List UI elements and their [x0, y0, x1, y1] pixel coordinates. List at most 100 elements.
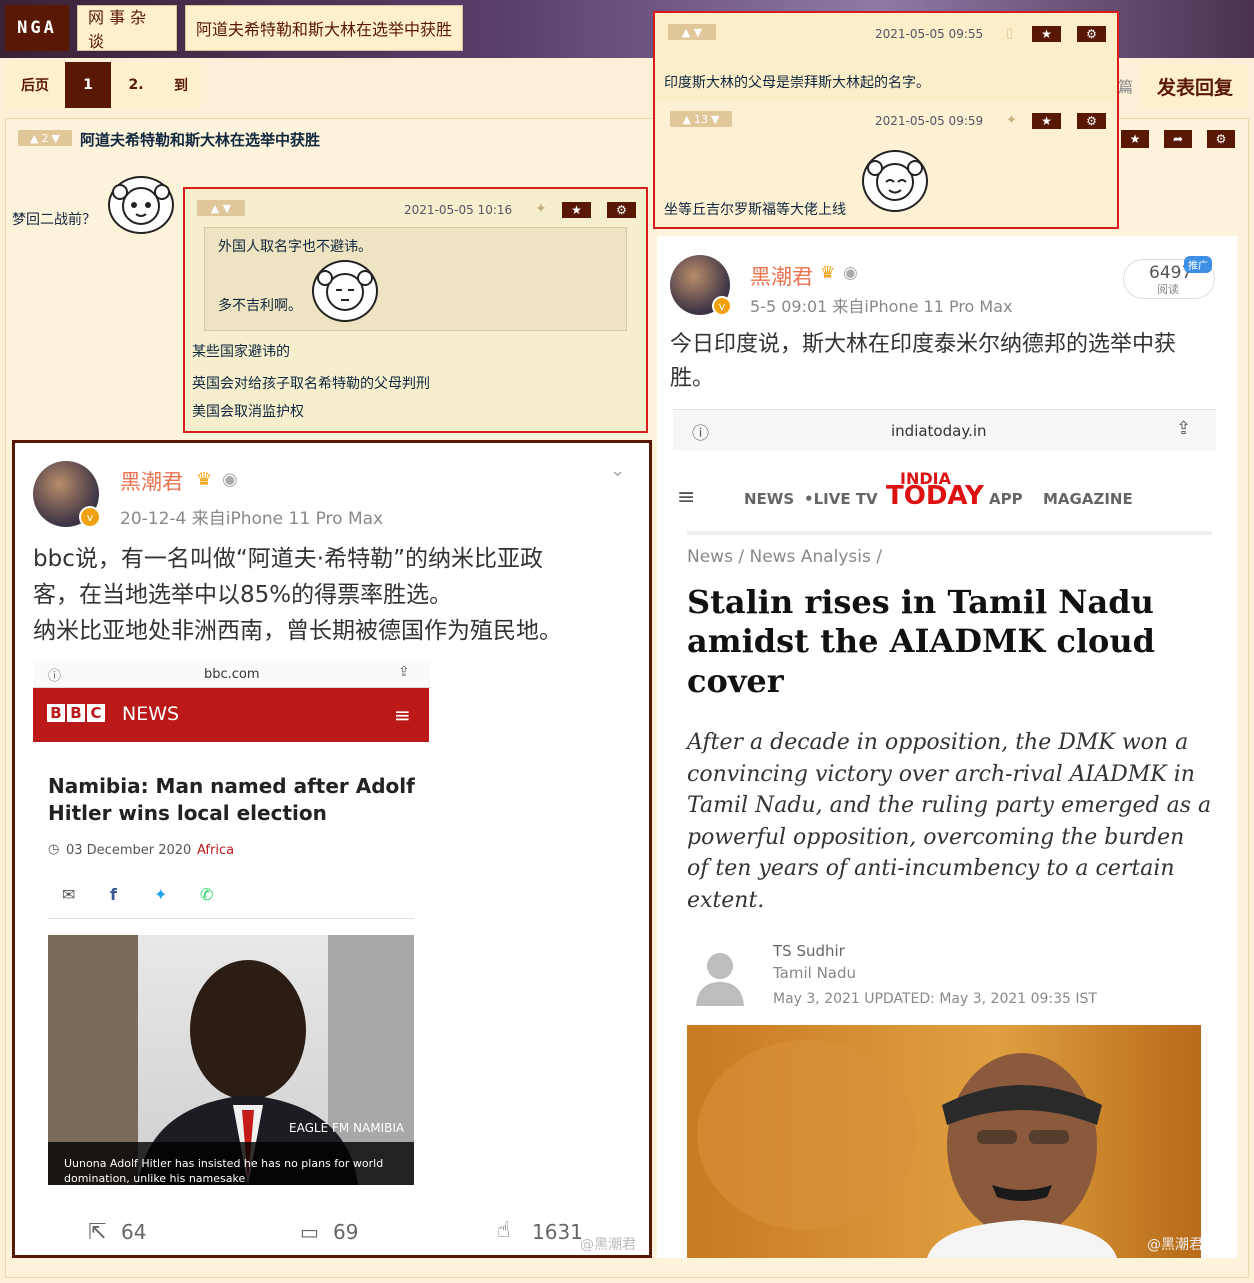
- comment-icon[interactable]: ▭: [300, 1220, 319, 1244]
- reply-button[interactable]: 发表回复: [1142, 64, 1248, 108]
- pager-goto[interactable]: 到: [161, 62, 201, 108]
- quote-line: 外国人取名字也不避讳。: [218, 239, 372, 255]
- favorite-icon[interactable]: ★: [1032, 113, 1061, 129]
- gear-icon[interactable]: ⚙: [1207, 130, 1235, 148]
- bbc-headline: Namibia: Man named after Adolf: [48, 774, 415, 798]
- sticker-image: [108, 176, 174, 234]
- favorite-icon[interactable]: ★: [1121, 130, 1149, 148]
- twitter-icon[interactable]: ✦: [154, 885, 167, 904]
- info-icon[interactable]: ⓘ: [692, 419, 709, 444]
- sticker-image: [862, 150, 928, 212]
- article-headline: amidst the AIADMK cloud: [687, 622, 1155, 660]
- menu-icon[interactable]: ≡: [677, 485, 695, 510]
- android-icon: ✦: [535, 201, 547, 217]
- article-summary: extent.: [687, 888, 765, 913]
- article-section[interactable]: Africa: [197, 843, 234, 858]
- pager-current[interactable]: 1: [65, 62, 111, 108]
- menu-icon[interactable]: ≡: [394, 703, 411, 727]
- gear-icon[interactable]: ⚙: [1077, 26, 1106, 42]
- article-headline: cover: [687, 662, 784, 700]
- article-summary: of ten years of anti-incumbency to a cer…: [687, 856, 1175, 881]
- gear-icon[interactable]: ⚙: [1077, 113, 1106, 129]
- weibo-text-line: 纳米比亚地处非洲西南，曾长期被德国作为殖民地。: [33, 618, 562, 644]
- favorite-icon[interactable]: ★: [562, 202, 591, 218]
- weibo-text-line: 客，在当地选举中以85%的得票率胜选。: [33, 582, 453, 608]
- sticker-image: [312, 260, 378, 322]
- watermark: @黑潮君: [580, 1237, 636, 1253]
- reply-partial: 篇: [1118, 78, 1134, 96]
- article-summary: Tamil Nadu, and the ruling party emerged…: [687, 793, 1212, 818]
- email-icon[interactable]: ✉: [62, 885, 75, 904]
- author-avatar: [694, 948, 746, 1006]
- nav-app[interactable]: APP: [989, 490, 1023, 508]
- thumb-up-icon: ▲: [30, 131, 39, 145]
- reply-line: 美国会取消监护权: [192, 404, 304, 420]
- photo-caption: Uunona Adolf Hitler has insisted he has …: [64, 1157, 384, 1170]
- favorite-icon[interactable]: ★: [1032, 26, 1061, 42]
- site-logo[interactable]: NGA: [5, 5, 69, 51]
- article-breadcrumb[interactable]: News / News Analysis /: [687, 547, 882, 567]
- thumb-up-icon: ▲: [682, 112, 691, 126]
- chevron-down-icon[interactable]: ⌄: [610, 460, 625, 481]
- nav-magazine[interactable]: MAGAZINE: [1043, 490, 1133, 508]
- weibo-meta: 20-12-4 来自iPhone 11 Pro Max: [120, 509, 384, 529]
- nav-live-tv[interactable]: •LIVE TV: [804, 490, 878, 508]
- promo-badge: 推广: [1184, 256, 1212, 273]
- reply-text: 坐等丘吉尔罗斯福等大佬上线: [664, 202, 846, 218]
- post-main-text: 梦回二战前？: [12, 212, 96, 228]
- weibo-username: 黑潮君: [750, 265, 813, 289]
- article-date: 03 December 2020: [66, 843, 192, 858]
- weibo-text-line: 今日印度说，斯大林在印度泰米尔纳德邦的选举中获: [670, 332, 1177, 357]
- medal-icon: ◉: [222, 469, 238, 490]
- views-label: 阅读: [1157, 283, 1179, 296]
- mobile-icon: ▯: [1006, 26, 1014, 41]
- comment-count: 69: [333, 1220, 359, 1244]
- share-icon[interactable]: ⇪: [1176, 418, 1191, 439]
- author-name[interactable]: TS Sudhir: [773, 942, 845, 960]
- pager-prev[interactable]: 后页: [5, 62, 65, 108]
- verified-icon: v: [79, 506, 101, 528]
- pager-next[interactable]: 2.: [111, 62, 161, 108]
- breadcrumb-forum[interactable]: 网 事 杂 谈: [77, 5, 177, 51]
- reply-like-button[interactable]: ▲ 13 ▼: [670, 111, 732, 127]
- like-count: 13: [694, 112, 708, 126]
- reply-line: 英国会对给孩子取名希特勒的父母判刑: [192, 376, 430, 392]
- share-icon[interactable]: ⇪: [398, 664, 410, 680]
- weibo-text-line: bbc说，有一名叫做“阿道夫·希特勒”的纳米比亚政: [33, 546, 543, 572]
- thumb-down-icon: ▼: [51, 131, 60, 145]
- watermark: @黑潮君: [1147, 1237, 1203, 1253]
- repost-icon[interactable]: ⇱: [88, 1220, 106, 1245]
- photo-caption: domination, unlike his namesake: [64, 1172, 246, 1185]
- like-button[interactable]: ▲ 2 ▼: [18, 130, 72, 146]
- repost-count: 64: [121, 1220, 147, 1244]
- whatsapp-icon[interactable]: ✆: [200, 885, 213, 904]
- share-icon[interactable]: ➦: [1164, 130, 1192, 148]
- author-location: Tamil Nadu: [773, 964, 857, 982]
- article-photo: [687, 1025, 1201, 1258]
- like-count: 2: [41, 131, 49, 145]
- article-dates: May 3, 2021 UPDATED: May 3, 2021 09:35 I…: [773, 991, 1097, 1007]
- reply-line: 某些国家避讳的: [192, 344, 290, 360]
- article-summary: powerful opposition, overcoming the burd…: [687, 825, 1185, 850]
- bbc-headline: Hitler wins local election: [48, 801, 327, 825]
- bbc-logo: B B C: [47, 704, 105, 722]
- india-today-logo-bottom: TODAY: [886, 481, 984, 511]
- like-count: 1631: [532, 1220, 583, 1244]
- reply-date: 2021-05-05 09:59: [875, 114, 984, 128]
- reply-like-button[interactable]: ▲ ▼: [668, 24, 716, 40]
- breadcrumb-topic[interactable]: 阿道夫希特勒和斯大林在选举中获胜: [185, 5, 463, 51]
- pagination: 后页 1 2. 到: [5, 62, 201, 108]
- facebook-icon[interactable]: f: [110, 885, 117, 904]
- article-summary: After a decade in opposition, the DMK wo…: [687, 730, 1189, 755]
- medal-icon: ◉: [843, 263, 858, 283]
- gear-icon[interactable]: ⚙: [607, 202, 636, 218]
- like-icon[interactable]: ☝: [497, 1218, 510, 1243]
- info-icon[interactable]: ⓘ: [48, 665, 61, 684]
- reply-text: 印度斯大林的父母是崇拜斯大林起的名字。: [664, 75, 930, 91]
- reply-like-button[interactable]: ▲ ▼: [197, 200, 245, 216]
- reply-date: 2021-05-05 10:16: [404, 203, 513, 217]
- crown-icon: ♛: [820, 263, 836, 283]
- nav-news[interactable]: NEWS: [744, 490, 794, 508]
- browser-url: indiatoday.in: [891, 422, 987, 440]
- divider: [48, 918, 414, 919]
